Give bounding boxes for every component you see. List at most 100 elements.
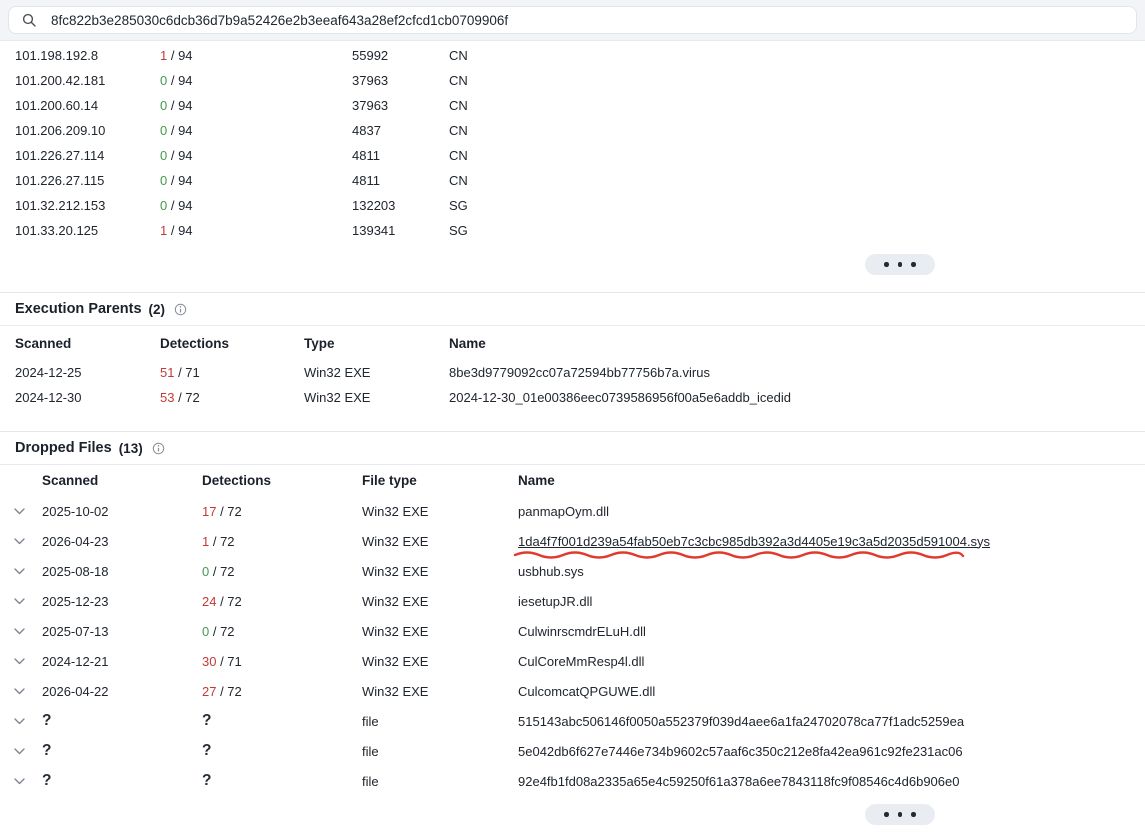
asn-cell: 4837 — [352, 123, 449, 138]
table-row: 2025-08-18 0 / 72 Win32 EXE usbhub.sys — [0, 556, 1145, 586]
table-row: 2026-04-23 1 / 72 Win32 EXE 1da4f7f001d2… — [0, 526, 1145, 556]
detections-cell: 17 / 72 — [202, 504, 362, 519]
chevron-down-icon[interactable] — [14, 658, 42, 665]
country-cell: SG — [449, 198, 1145, 213]
detections-cell: 0 / 94 — [160, 98, 352, 113]
section-title: Execution Parents — [15, 301, 142, 317]
chevron-down-icon[interactable] — [14, 598, 42, 605]
country-cell: CN — [449, 48, 1145, 63]
info-icon[interactable] — [174, 303, 187, 316]
table-row: ? ? file 515143abc506146f0050a552379f039… — [0, 706, 1145, 736]
chevron-down-icon[interactable] — [14, 568, 42, 575]
table-row: 2025-12-23 24 / 72 Win32 EXE iesetupJR.d… — [0, 586, 1145, 616]
detections-cell: 0 / 72 — [202, 624, 362, 639]
asn-cell: 37963 — [352, 73, 449, 88]
ip-address[interactable]: 101.32.212.153 — [15, 198, 160, 213]
detections-cell: 30 / 71 — [202, 654, 362, 669]
execution-parents-header: Execution Parents (2) — [0, 293, 1145, 326]
ip-address[interactable]: 101.200.42.181 — [15, 73, 160, 88]
table-row: 101.226.27.115 0 / 94 4811 CN — [0, 168, 1145, 193]
file-name[interactable]: CulcomcatQPGUWE.dll — [518, 684, 655, 699]
country-cell: CN — [449, 98, 1145, 113]
file-name[interactable]: 5e042db6f627e7446e734b9602c57aaf6c350c21… — [518, 744, 963, 759]
section-title: Dropped Files — [15, 440, 112, 456]
table-row: 101.226.27.114 0 / 94 4811 CN — [0, 143, 1145, 168]
detections-cell: 0 / 94 — [160, 198, 352, 213]
table-row: 101.206.209.10 0 / 94 4837 CN — [0, 118, 1145, 143]
search-input[interactable]: 8fc822b3e285030c6dcb36d7b9a52426e2b3eeaf… — [8, 6, 1137, 34]
file-name[interactable]: 92e4fb1fd08a2335a65e4c59250f61a378a6ee78… — [518, 774, 959, 789]
ip-address[interactable]: 101.200.60.14 — [15, 98, 160, 113]
file-name[interactable]: panmapOym.dll — [518, 504, 609, 519]
more-row — [0, 243, 1145, 292]
chevron-down-icon[interactable] — [14, 718, 42, 725]
chevron-down-icon[interactable] — [14, 538, 42, 545]
show-more-button[interactable] — [865, 804, 935, 825]
detections-cell: 51 / 71 — [160, 365, 304, 380]
table-row: 101.200.60.14 0 / 94 37963 CN — [0, 93, 1145, 118]
chevron-down-icon[interactable] — [14, 688, 42, 695]
table-row: ? ? file 5e042db6f627e7446e734b9602c57aa… — [0, 736, 1145, 766]
ip-address[interactable]: 101.226.27.115 — [15, 173, 160, 188]
detections-cell: 1 / 72 — [202, 534, 362, 549]
detections-cell: 24 / 72 — [202, 594, 362, 609]
chevron-down-icon[interactable] — [14, 628, 42, 635]
column-header: Type — [304, 336, 449, 351]
ellipsis-icon — [884, 812, 916, 817]
detections-cell: ? — [202, 742, 362, 760]
file-name[interactable]: CulCoreMmResp4l.dll — [518, 654, 644, 669]
asn-cell: 132203 — [352, 198, 449, 213]
file-name[interactable]: usbhub.sys — [518, 564, 584, 579]
filetype-cell: Win32 EXE — [362, 654, 518, 669]
table-row: 101.200.42.181 0 / 94 37963 CN — [0, 68, 1145, 93]
chevron-down-icon[interactable] — [14, 748, 42, 755]
column-header: Scanned — [42, 473, 202, 488]
country-cell: CN — [449, 173, 1145, 188]
info-icon[interactable] — [152, 442, 165, 455]
ip-address[interactable]: 101.206.209.10 — [15, 123, 160, 138]
table-row: ? ? file 92e4fb1fd08a2335a65e4c59250f61a… — [0, 766, 1145, 796]
chevron-down-icon[interactable] — [14, 778, 42, 785]
table-row: 2025-10-02 17 / 72 Win32 EXE panmapOym.d… — [0, 496, 1145, 526]
table-row: 2025-07-13 0 / 72 Win32 EXE Culwinrscmdr… — [0, 616, 1145, 646]
file-name[interactable]: 8be3d9779092cc07a72594bb77756b7a.virus — [449, 365, 1145, 380]
column-header: File type — [362, 473, 518, 488]
table-row: 2026-04-22 27 / 72 Win32 EXE CulcomcatQP… — [0, 676, 1145, 706]
column-header: Detections — [202, 473, 362, 488]
table-row: 2024-12-25 51 / 71 Win32 EXE 8be3d977909… — [0, 360, 1145, 385]
file-name[interactable]: 515143abc506146f0050a552379f039d4aee6a1f… — [518, 714, 964, 729]
table-header-row: Scanned Detections File type Name — [0, 465, 1145, 496]
show-more-button[interactable] — [865, 254, 935, 275]
detections-cell: 0 / 72 — [202, 564, 362, 579]
ip-address[interactable]: 101.33.20.125 — [15, 223, 160, 238]
search-value: 8fc822b3e285030c6dcb36d7b9a52426e2b3eeaf… — [51, 13, 508, 28]
file-name[interactable]: iesetupJR.dll — [518, 594, 592, 609]
file-name[interactable]: CulwinrscmdrELuH.dll — [518, 624, 646, 639]
detections-cell: 0 / 94 — [160, 123, 352, 138]
type-cell: Win32 EXE — [304, 365, 449, 380]
detections-cell: 27 / 72 — [202, 684, 362, 699]
filetype-cell: file — [362, 774, 518, 789]
execution-parents-section: Execution Parents (2) Scanned Detections… — [0, 292, 1145, 410]
detections-cell: 1 / 94 — [160, 48, 352, 63]
file-name[interactable]: 1da4f7f001d239a54fab50eb7c3cbc985db392a3… — [518, 534, 990, 549]
scanned-cell: 2024-12-21 — [42, 654, 202, 669]
country-cell: CN — [449, 148, 1145, 163]
country-cell: SG — [449, 223, 1145, 238]
asn-cell: 37963 — [352, 98, 449, 113]
table-row: 2024-12-30 53 / 72 Win32 EXE 2024-12-30_… — [0, 385, 1145, 410]
search-icon — [22, 13, 36, 27]
scanned-cell: ? — [42, 712, 202, 730]
country-cell: CN — [449, 73, 1145, 88]
scanned-cell: ? — [42, 772, 202, 790]
ip-address[interactable]: 101.226.27.114 — [15, 148, 160, 163]
scanned-cell: 2025-07-13 — [42, 624, 202, 639]
detections-cell: ? — [202, 772, 362, 790]
file-name[interactable]: 2024-12-30_01e00386eec0739586956f00a5e6a… — [449, 390, 1145, 405]
dropped-files-header: Dropped Files (13) — [0, 432, 1145, 465]
scanned-cell: 2024-12-25 — [15, 365, 160, 380]
ip-address[interactable]: 101.198.192.8 — [15, 48, 160, 63]
chevron-down-icon[interactable] — [14, 508, 42, 515]
dropped-files-section: Dropped Files (13) Scanned Detections Fi… — [0, 431, 1145, 832]
column-header: Name — [449, 336, 1145, 351]
